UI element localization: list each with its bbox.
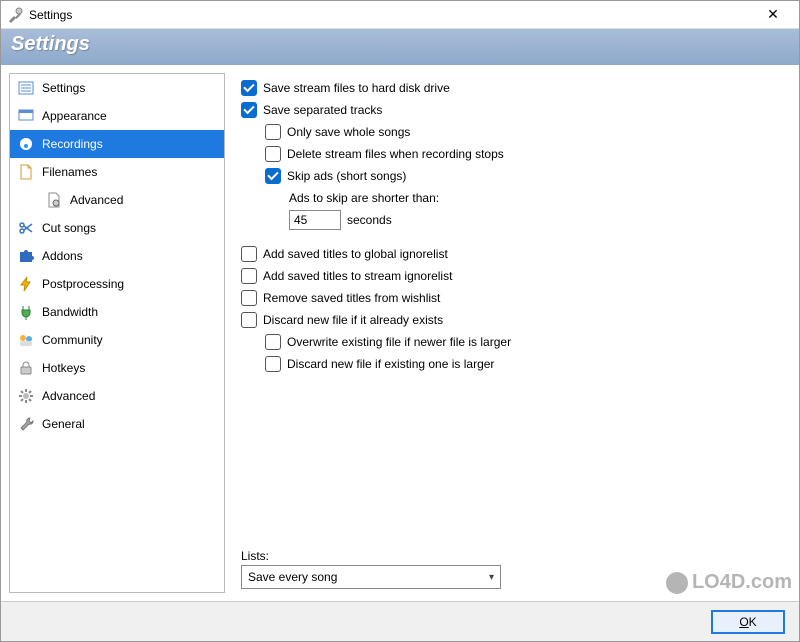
window-title: Settings [29, 8, 753, 22]
checkbox-stream-ignore[interactable] [241, 268, 257, 284]
lists-block: Lists: Save every song ▾ [241, 549, 783, 589]
row-ads-threshold-input: seconds [289, 209, 783, 231]
checkbox-global-ignore[interactable] [241, 246, 257, 262]
sidebar-item-label: General [42, 417, 85, 431]
lists-label: Lists: [241, 549, 783, 563]
option-overwrite-larger[interactable]: Overwrite existing file if newer file is… [265, 331, 783, 353]
label-save-stream: Save stream files to hard disk drive [263, 81, 450, 95]
sidebar-item-settings-0[interactable]: Settings [10, 74, 224, 102]
community-icon [18, 332, 34, 348]
option-discard-exists[interactable]: Discard new file if it already exists [241, 309, 783, 331]
checkbox-overwrite-larger[interactable] [265, 334, 281, 350]
settings-window: Settings ✕ Settings Settings Appearance Re… [0, 0, 800, 642]
banner-title: Settings [11, 33, 90, 55]
footer: OK [1, 601, 799, 641]
row-ads-threshold-label: Ads to skip are shorter than: [289, 187, 783, 209]
sidebar-item-filenames-3[interactable]: Filenames [10, 158, 224, 186]
input-ads-threshold[interactable] [289, 210, 341, 230]
checkbox-save-separated[interactable] [241, 102, 257, 118]
sidebar-item-bandwidth-8[interactable]: Bandwidth [10, 298, 224, 326]
sidebar-item-label: Settings [42, 81, 85, 95]
sidebar-item-label: Advanced [42, 389, 95, 403]
gear-icon [18, 388, 34, 404]
appearance-icon [18, 108, 34, 124]
option-stream-ignore[interactable]: Add saved titles to stream ignorelist [241, 265, 783, 287]
wrench-screwdriver-icon [7, 7, 23, 23]
advanced-file-icon [46, 192, 62, 208]
recordings-icon [18, 136, 34, 152]
sidebar-item-addons-6[interactable]: Addons [10, 242, 224, 270]
sidebar-item-label: Recordings [42, 137, 103, 151]
label-discard-exists: Discard new file if it already exists [263, 313, 443, 327]
checkbox-remove-wishlist[interactable] [241, 290, 257, 306]
sidebar-item-label: Bandwidth [42, 305, 98, 319]
label-stream-ignore: Add saved titles to stream ignorelist [263, 269, 452, 283]
label-only-whole: Only save whole songs [287, 125, 410, 139]
sidebar-item-label: Filenames [42, 165, 97, 179]
lock-icon [18, 360, 34, 376]
checkbox-delete-on-stop[interactable] [265, 146, 281, 162]
lists-combo[interactable]: Save every song ▾ [241, 565, 501, 589]
banner: Settings [1, 29, 799, 65]
checkbox-discard-exists[interactable] [241, 312, 257, 328]
spacer-flex [241, 375, 783, 541]
label-ads-unit: seconds [347, 213, 392, 227]
close-icon: ✕ [767, 6, 779, 23]
option-skip-ads[interactable]: Skip ads (short songs) [265, 165, 783, 187]
sidebar-item-postprocessing-7[interactable]: Postprocessing [10, 270, 224, 298]
titlebar: Settings ✕ [1, 1, 799, 29]
label-remove-wishlist: Remove saved titles from wishlist [263, 291, 440, 305]
chevron-down-icon: ▾ [489, 572, 494, 583]
sidebar-item-label: Addons [42, 249, 83, 263]
ok-button[interactable]: OK [711, 610, 785, 634]
wrench-icon [18, 416, 34, 432]
sidebar-item-label: Community [42, 333, 103, 347]
option-delete-on-stop[interactable]: Delete stream files when recording stops [265, 143, 783, 165]
checkbox-skip-ads[interactable] [265, 168, 281, 184]
plug-icon [18, 304, 34, 320]
label-ads-threshold: Ads to skip are shorter than: [289, 191, 439, 205]
option-discard-larger[interactable]: Discard new file if existing one is larg… [265, 353, 783, 375]
checkbox-only-whole[interactable] [265, 124, 281, 140]
sidebar-item-label: Cut songs [42, 221, 96, 235]
checkbox-save-stream[interactable] [241, 80, 257, 96]
body-area: Settings Appearance Recordings Filenames Adv… [1, 65, 799, 601]
sidebar-item-advanced-4[interactable]: Advanced [10, 186, 224, 214]
close-button[interactable]: ✕ [753, 3, 793, 27]
label-discard-larger: Discard new file if existing one is larg… [287, 357, 494, 371]
sidebar-item-label: Advanced [70, 193, 123, 207]
puzzle-icon [18, 248, 34, 264]
lightning-icon [18, 276, 34, 292]
settings-list-icon [18, 80, 34, 96]
sidebar-item-label: Postprocessing [42, 277, 124, 291]
option-only-whole[interactable]: Only save whole songs [265, 121, 783, 143]
option-remove-wishlist[interactable]: Remove saved titles from wishlist [241, 287, 783, 309]
sidebar-item-recordings-2[interactable]: Recordings [10, 130, 224, 158]
label-delete-on-stop: Delete stream files when recording stops [287, 147, 504, 161]
scissors-icon [18, 220, 34, 236]
option-save-separated[interactable]: Save separated tracks [241, 99, 783, 121]
label-save-separated: Save separated tracks [263, 103, 382, 117]
option-global-ignore[interactable]: Add saved titles to global ignorelist [241, 243, 783, 265]
sidebar: Settings Appearance Recordings Filenames Adv… [9, 73, 225, 593]
filenames-icon [18, 164, 34, 180]
ok-label: OK [739, 615, 756, 629]
option-save-stream[interactable]: Save stream files to hard disk drive [241, 77, 783, 99]
sidebar-item-advanced-11[interactable]: Advanced [10, 382, 224, 410]
sidebar-item-label: Appearance [42, 109, 107, 123]
label-global-ignore: Add saved titles to global ignorelist [263, 247, 448, 261]
sidebar-item-cut-songs-5[interactable]: Cut songs [10, 214, 224, 242]
sidebar-item-general-12[interactable]: General [10, 410, 224, 438]
sidebar-item-community-9[interactable]: Community [10, 326, 224, 354]
sidebar-item-hotkeys-10[interactable]: Hotkeys [10, 354, 224, 382]
checkbox-discard-larger[interactable] [265, 356, 281, 372]
sidebar-item-label: Hotkeys [42, 361, 85, 375]
label-overwrite-larger: Overwrite existing file if newer file is… [287, 335, 511, 349]
sidebar-item-appearance-1[interactable]: Appearance [10, 102, 224, 130]
label-skip-ads: Skip ads (short songs) [287, 169, 406, 183]
spacer [241, 231, 783, 243]
content-pane: Save stream files to hard disk drive Sav… [233, 73, 791, 593]
lists-value: Save every song [248, 570, 337, 584]
